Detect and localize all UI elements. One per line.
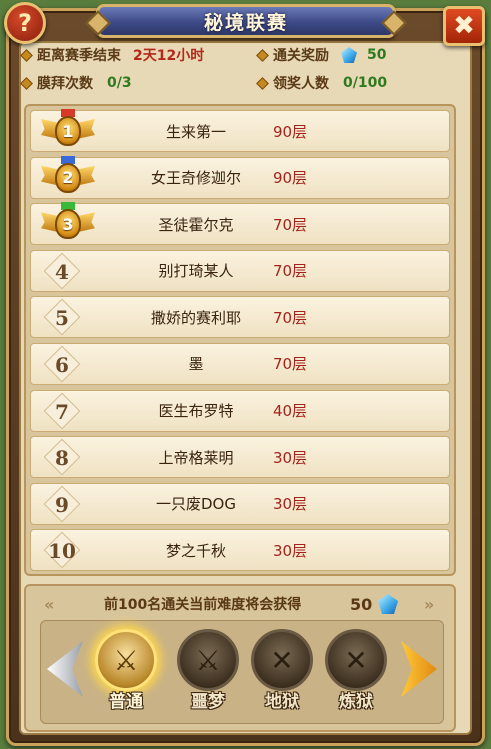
bullet-diamond-icon [20, 48, 33, 62]
difficulty-nightmare[interactable]: ⚔ 噩梦 [175, 629, 241, 721]
difficulty-label: 炼狱 [339, 692, 373, 712]
close-icon: ✖ [453, 11, 475, 41]
difficulty-hell[interactable]: ✕ 地狱 [249, 629, 315, 721]
floor-level: 30层 [272, 448, 308, 467]
bullet-diamond-icon [20, 76, 33, 90]
claimers-label: 领奖人数 [273, 76, 329, 92]
window-title: 秘境联赛 [203, 11, 288, 34]
claimers-info: 领奖人数 0/100 [256, 73, 388, 93]
floor-level: 30层 [272, 541, 308, 560]
floor-level: 30层 [272, 495, 308, 514]
reward-description: 前100名通关当前难度将会获得 [104, 597, 302, 613]
floor-level: 70层 [272, 308, 308, 327]
help-button[interactable]: ? [4, 2, 46, 44]
worship-info: 膜拜次数 0/3 [20, 73, 132, 93]
difficulty-label: 普通 [109, 692, 143, 712]
difficulty-panel: « 前100名通关当前难度将会获得 50 » ⚔ 普通 ⚔ 噩梦 ✕ 地狱 ✕ … [24, 584, 456, 732]
ranking-row[interactable]: 9 一只废DOG 30层 [30, 482, 450, 525]
difficulty-label: 地狱 [265, 692, 299, 712]
next-difficulty-button[interactable] [401, 641, 437, 697]
rank-number: 4 [55, 259, 69, 284]
difficulty-selector: ⚔ 普通 ⚔ 噩梦 ✕ 地狱 ✕ 炼狱 [40, 620, 444, 724]
rank-number: 7 [55, 399, 69, 424]
player-name: 女王奇修迦尔 [150, 169, 241, 188]
season-end-value: 2天12小时 [133, 48, 205, 64]
chevron-right-icon: » [424, 594, 435, 614]
rank-number: 9 [55, 492, 69, 517]
bullet-diamond-icon [256, 76, 269, 90]
claimers-value: 0/100 [343, 75, 388, 91]
ranking-row[interactable]: 7 医生布罗特 40层 [30, 389, 450, 432]
ranking-row[interactable]: 3 圣徒霍尔克 70层 [30, 202, 450, 246]
difficulty-normal[interactable]: ⚔ 普通 [93, 629, 159, 721]
clear-reward-value: 50 [367, 47, 387, 63]
reward-amount: 50 [350, 594, 373, 614]
crossed-swords-icon: ✕ [251, 629, 313, 691]
info-row-season: 距离赛季结束 2天12小时 通关奖励 50 [20, 44, 462, 66]
rank-number: 6 [55, 352, 69, 377]
floor-level: 90层 [272, 122, 308, 141]
info-row-worship: 膜拜次数 0/3 领奖人数 0/100 [20, 72, 462, 94]
rank-number: 10 [48, 539, 76, 564]
ranking-row[interactable]: 2 女王奇修迦尔 90层 [30, 155, 450, 200]
ranking-row[interactable]: 6 墨 70层 [30, 342, 450, 385]
player-name: 梦之千秋 [165, 541, 226, 560]
ranking-row[interactable]: 5 撒娇的赛利耶 70层 [30, 296, 450, 339]
player-name: 生来第一 [165, 122, 226, 141]
worship-value: 0/3 [107, 75, 132, 91]
player-name: 上帝格莱明 [158, 448, 234, 467]
season-end-label: 距离赛季结束 [37, 48, 121, 64]
ranking-row[interactable]: 10 梦之千秋 30层 [30, 529, 450, 572]
floor-level: 40层 [272, 402, 308, 421]
gem-icon [378, 594, 398, 614]
silver-medal-icon: 2 [41, 155, 95, 200]
question-icon: ? [18, 9, 32, 37]
ranking-row[interactable]: 4 别打琦某人 70层 [30, 249, 450, 292]
ranking-list: 1 生来第一 90层 2 女王奇修迦尔 90层 3 圣徒霍尔克 70层 4 别打… [24, 104, 456, 576]
ranking-row[interactable]: 8 上帝格莱明 30层 [30, 436, 450, 479]
rank-number: 5 [55, 306, 69, 331]
ranking-row[interactable]: 1 生来第一 90层 [30, 109, 450, 153]
floor-level: 70层 [272, 355, 308, 374]
gem-icon [341, 47, 357, 63]
floor-level: 70层 [272, 262, 308, 281]
season-end-info: 距离赛季结束 2天12小时 [20, 45, 205, 65]
player-name: 一只废DOG [156, 495, 236, 514]
bronze-medal-icon: 3 [41, 202, 95, 246]
worship-label: 膜拜次数 [37, 76, 93, 92]
crossed-swords-icon: ✕ [325, 629, 387, 691]
player-name: 撒娇的赛利耶 [150, 308, 241, 327]
sword-emblem-icon: ⚔ [95, 629, 157, 691]
clear-reward-label: 通关奖励 [273, 48, 329, 64]
sword-emblem-icon: ⚔ [177, 629, 239, 691]
player-name: 圣徒霍尔克 [158, 215, 234, 234]
floor-level: 90层 [272, 169, 308, 188]
player-name: 别打琦某人 [158, 262, 234, 281]
rank-number: 8 [55, 446, 69, 471]
bullet-diamond-icon [256, 48, 269, 62]
difficulty-purgatory[interactable]: ✕ 炼狱 [323, 629, 389, 721]
prev-difficulty-button[interactable] [47, 641, 83, 697]
player-name: 墨 [188, 355, 204, 374]
title-bar: 秘境联赛 [96, 4, 396, 38]
reward-banner: « 前100名通关当前难度将会获得 50 » [40, 592, 440, 616]
floor-level: 70层 [272, 215, 308, 234]
gold-medal-icon: 1 [41, 109, 95, 153]
close-button[interactable]: ✖ [443, 6, 485, 46]
player-name: 医生布罗特 [158, 402, 234, 421]
difficulty-label: 噩梦 [191, 692, 225, 712]
chevron-left-icon: « [44, 594, 55, 614]
clear-reward-info: 通关奖励 50 [256, 45, 387, 65]
